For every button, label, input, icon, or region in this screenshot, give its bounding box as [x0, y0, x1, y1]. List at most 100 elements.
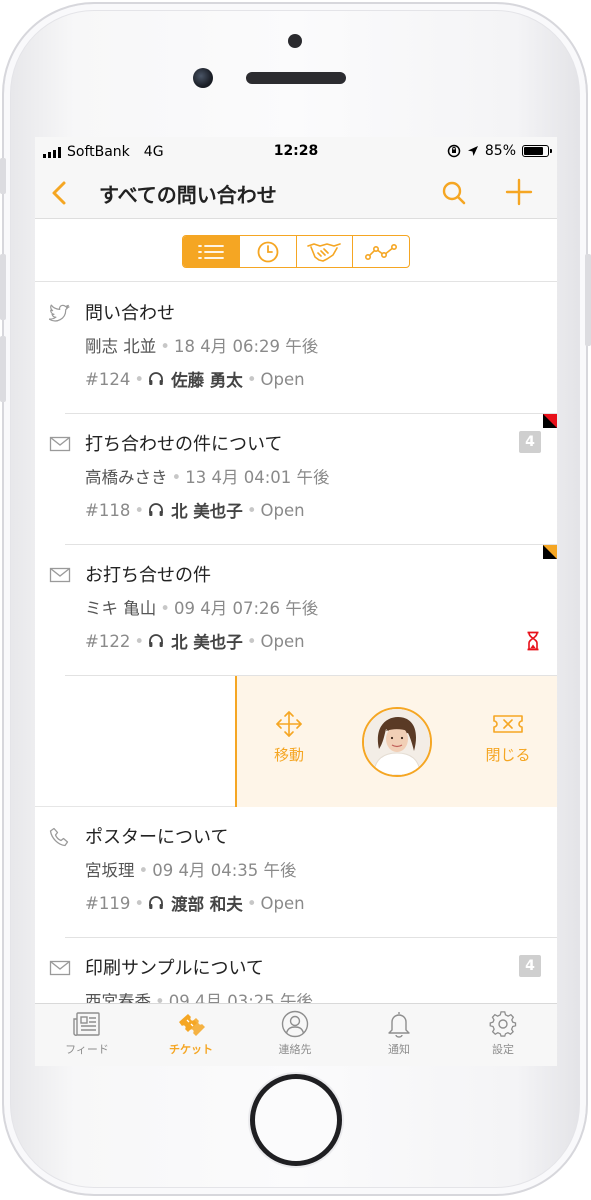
- ticket-meta: 剛志 北並 • 18 4月 06:29 午後: [85, 337, 319, 356]
- ticket-row[interactable]: 打ち合わせの件について 4 高橋みさき • 13 4月 04:01 午後 #118 •…: [35, 414, 557, 545]
- ticket-title: 問い合わせ: [85, 303, 175, 324]
- tickets-icon: [179, 1014, 205, 1036]
- assignee-name: 北 美也子: [171, 633, 243, 652]
- close-action-label: 閉じる: [485, 746, 531, 764]
- location-arrow-icon: [467, 146, 478, 156]
- tab-notifications[interactable]: 通知: [359, 1010, 439, 1057]
- ticket-row[interactable]: お打ち合せの件 ミキ 亀山 • 09 4月 07:26 午後 #122 • 北 美也子…: [35, 545, 557, 676]
- customer-name: ミキ 亀山: [85, 599, 157, 618]
- assignee-name: 北 美也子: [171, 502, 243, 521]
- message-count-badge: 4: [519, 955, 541, 977]
- ticket-timestamp: 09 4月 07:26 午後: [173, 599, 319, 618]
- swiped-ticket-row[interactable]: 移動 閉じる: [35, 676, 557, 807]
- mail-icon: [49, 960, 71, 976]
- ticket-row[interactable]: 問い合わせ 剛志 北並 • 18 4月 06:29 午後 #124 • 佐藤 勇太 • …: [35, 283, 557, 414]
- ticket-details: #124 • 佐藤 勇太 • Open: [85, 367, 305, 391]
- headset-icon: [149, 896, 163, 909]
- gear-icon: [489, 1011, 517, 1037]
- power-button: [585, 254, 591, 346]
- tab-label: 連絡先: [278, 1043, 312, 1056]
- tab-label: チケット: [169, 1043, 213, 1056]
- assignee-name: 佐藤 勇太: [171, 371, 243, 390]
- tab-feed[interactable]: フィード: [47, 1010, 127, 1057]
- contacts-icon: [281, 1010, 309, 1038]
- handshake-icon: [307, 242, 342, 262]
- ticket-row[interactable]: ポスターについて 宮坂理 • 09 4月 04:35 午後 #119 • 渡部 和夫 •…: [35, 807, 557, 938]
- ticket-meta: 高橋みさき • 13 4月 04:01 午後: [85, 468, 330, 487]
- home-button[interactable]: [250, 1074, 342, 1166]
- back-chevron-icon[interactable]: [49, 179, 71, 207]
- tab-contacts[interactable]: 連絡先: [255, 1010, 335, 1057]
- ticket-title: 印刷サンプルについて: [85, 958, 264, 979]
- volume-up-button: [0, 254, 6, 320]
- view-segmented-control: [182, 235, 410, 268]
- ticket-id: #119: [85, 893, 131, 913]
- customer-name: 高橋みさき: [85, 468, 168, 487]
- ticket-id: #122: [85, 631, 131, 651]
- ticket-status: Open: [260, 631, 305, 651]
- priority-corner-flag: [543, 545, 557, 559]
- close-ticket-action-button[interactable]: 閉じる: [477, 710, 539, 765]
- tab-label: フィード: [65, 1043, 109, 1056]
- segment-handshake[interactable]: [297, 236, 354, 267]
- battery-icon: [522, 145, 552, 157]
- segment-clock[interactable]: [240, 236, 297, 267]
- twitter-icon: [49, 304, 70, 322]
- status-bar: SoftBank 4G 12:28 85%: [35, 137, 557, 167]
- assignee-name: 渡部 和夫: [171, 895, 243, 914]
- segment-chart[interactable]: [353, 236, 409, 267]
- tab-tickets[interactable]: チケット: [151, 1010, 231, 1057]
- customer-name: 宮坂理: [85, 861, 135, 880]
- view-switcher-bar: [35, 220, 557, 282]
- ticket-status: Open: [260, 369, 305, 389]
- ticket-status: Open: [260, 893, 305, 913]
- ticket-details: #122 • 北 美也子 • Open: [85, 629, 305, 653]
- close-ticket-icon: [493, 715, 523, 733]
- clock-icon: [257, 241, 279, 262]
- battery-percent: 85%: [484, 143, 516, 159]
- proximity-sensor: [288, 34, 302, 48]
- tab-label: 通知: [388, 1043, 410, 1056]
- phone-icon: [49, 827, 69, 847]
- headset-icon: [149, 634, 163, 647]
- search-icon[interactable]: [441, 179, 467, 207]
- mute-switch: [0, 158, 6, 194]
- customer-name: 剛志 北並: [85, 337, 157, 356]
- move-action-label: 移動: [273, 746, 304, 764]
- avatar[interactable]: [362, 707, 432, 777]
- page-title: すべての問い合わせ: [99, 183, 277, 207]
- move-arrows-icon: [276, 711, 302, 737]
- ticket-status: Open: [260, 500, 305, 520]
- tab-settings[interactable]: 設定: [463, 1010, 543, 1057]
- bell-icon: [388, 1012, 410, 1038]
- move-action-button[interactable]: 移動: [261, 710, 317, 765]
- mail-icon: [49, 567, 71, 583]
- agent-photo: [364, 709, 430, 775]
- segment-list[interactable]: [183, 236, 240, 267]
- headset-icon: [149, 372, 163, 385]
- priority-corner-flag: [543, 414, 557, 428]
- ticket-title: ポスターについて: [85, 827, 229, 848]
- swipe-actions-panel: 移動 閉じる: [235, 676, 557, 807]
- ticket-id: #118: [85, 500, 131, 520]
- ticket-meta: ミキ 亀山 • 09 4月 07:26 午後: [85, 599, 319, 618]
- message-count-badge: 4: [519, 431, 541, 453]
- chart-line-icon: [365, 243, 398, 260]
- app-screen: SoftBank 4G 12:28 85% すべての問い合わせ 問い合わせ 剛志…: [35, 137, 557, 1066]
- tab-bar: フィード チケット 連絡先 通知 設定: [35, 1003, 557, 1066]
- add-icon[interactable]: [505, 178, 533, 206]
- ticket-timestamp: 18 4月 06:29 午後: [173, 337, 319, 356]
- rotation-lock-icon: [447, 144, 461, 158]
- headset-icon: [149, 503, 163, 516]
- earpiece-speaker: [246, 72, 346, 84]
- mail-icon: [49, 436, 71, 452]
- ticket-timestamp: 13 4月 04:01 午後: [185, 468, 330, 487]
- tab-label: 設定: [492, 1043, 514, 1056]
- ticket-title: お打ち合せの件: [85, 565, 211, 586]
- ticket-title: 打ち合わせの件について: [85, 434, 283, 455]
- ticket-details: #119 • 渡部 和夫 • Open: [85, 891, 305, 915]
- ticket-details: #118 • 北 美也子 • Open: [85, 498, 305, 522]
- list-icon: [197, 244, 224, 259]
- hourglass-icon: [527, 631, 539, 651]
- ticket-meta: 宮坂理 • 09 4月 04:35 午後: [85, 861, 297, 880]
